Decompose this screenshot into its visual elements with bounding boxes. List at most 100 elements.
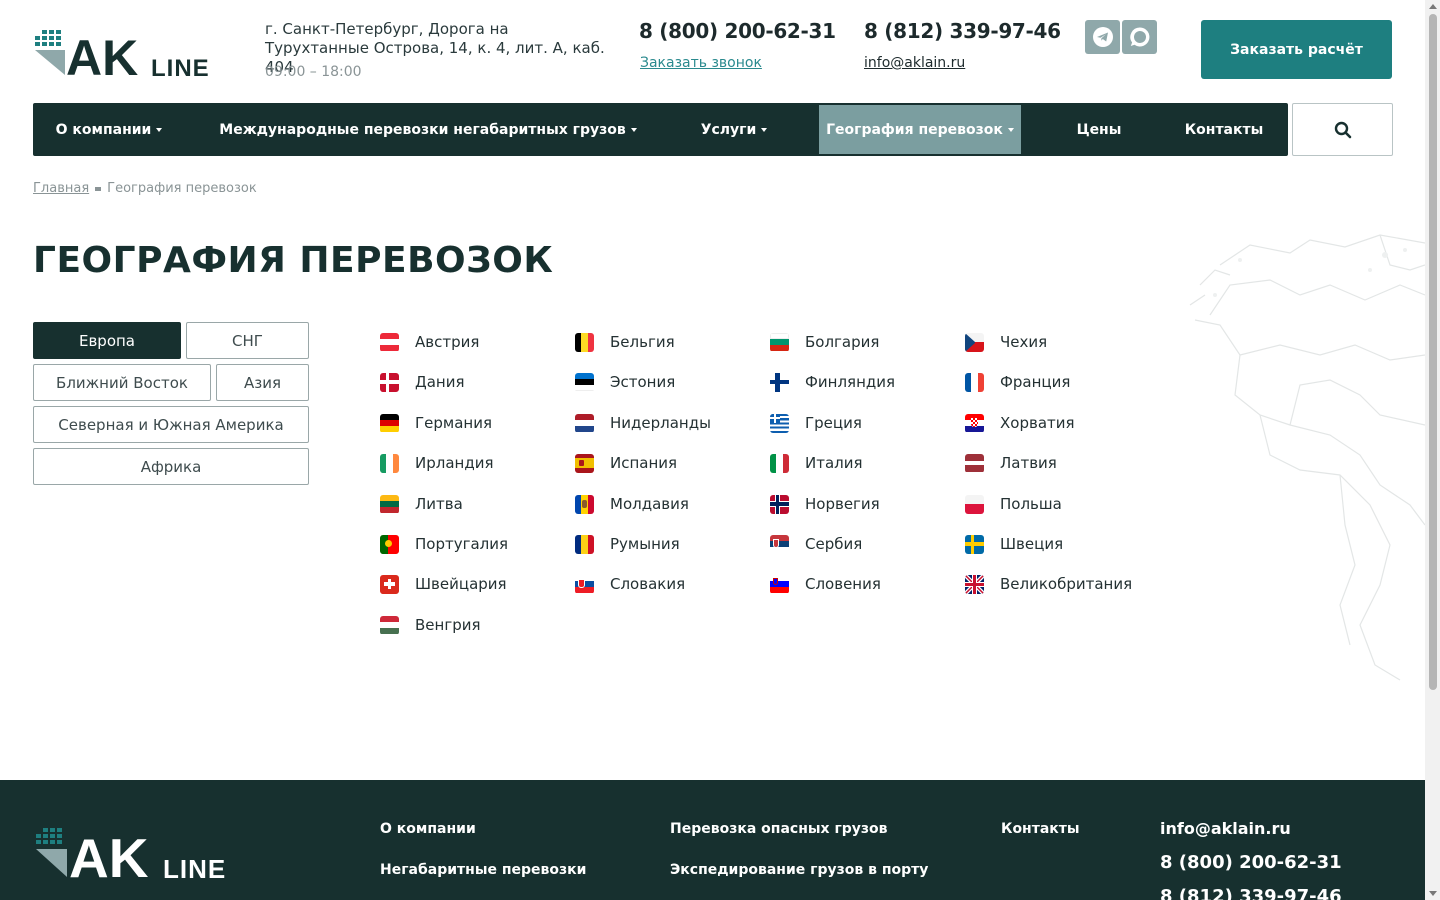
flag-finland-icon	[770, 372, 789, 392]
country-item-finland[interactable]: Финляндия	[770, 371, 895, 393]
country-item-poland[interactable]: Польша	[965, 493, 1062, 515]
country-item-switzerland[interactable]: Швейцария	[380, 573, 507, 595]
footer-email-link[interactable]: info@aklain.ru	[1160, 819, 1291, 838]
footer-link-dangerous-cargo[interactable]: Перевозка опасных грузов	[670, 821, 888, 837]
nav-item-international[interactable]: Международные перевозки негабаритных гру…	[211, 103, 645, 156]
region-tab-cis[interactable]: СНГ	[186, 322, 309, 359]
flag-germany-icon	[380, 413, 399, 433]
nav-item-prices[interactable]: Цены	[1051, 103, 1147, 156]
flag-serbia-icon	[770, 534, 789, 554]
header-email-link[interactable]: info@aklain.ru	[864, 55, 965, 71]
flag-denmark-icon	[380, 372, 399, 392]
nav-item-geography[interactable]: География перевозок	[819, 105, 1021, 154]
country-item-romania[interactable]: Румыния	[575, 533, 680, 555]
page-title: ГЕОГРАФИЯ ПЕРЕВОЗОК	[33, 240, 554, 281]
search-button[interactable]	[1292, 103, 1393, 156]
svg-text:AK: AK	[69, 827, 149, 882]
flag-czechia-icon	[965, 332, 984, 352]
flag-france-icon	[965, 372, 984, 392]
country-item-croatia[interactable]: Хорватия	[965, 412, 1075, 434]
country-item-sweden[interactable]: Швеция	[965, 533, 1063, 555]
footer-link-oversized[interactable]: Негабаритные перевозки	[380, 862, 586, 878]
breadcrumb-separator	[95, 186, 102, 191]
country-item-serbia[interactable]: Сербия	[770, 533, 862, 555]
region-tab-americas[interactable]: Северная и Южная Америка	[33, 406, 309, 443]
svg-text:AK: AK	[66, 30, 138, 79]
flag-slovenia-icon	[770, 574, 789, 594]
country-item-moldova[interactable]: Молдавия	[575, 493, 689, 515]
country-item-slovenia[interactable]: Словения	[770, 573, 881, 595]
nav-item-services[interactable]: Услуги	[679, 103, 789, 156]
breadcrumb-home-link[interactable]: Главная	[33, 181, 89, 196]
country-item-great-britain[interactable]: Великобритания	[965, 573, 1132, 595]
order-calculation-button[interactable]: Заказать расчёт	[1201, 20, 1392, 79]
flag-portugal-icon	[380, 534, 399, 554]
footer-phone-800[interactable]: 8 (800) 200-62-31	[1160, 852, 1342, 873]
search-icon	[1334, 121, 1351, 138]
flag-hungary-icon	[380, 615, 399, 635]
scroll-down-arrow-icon[interactable]	[1429, 891, 1437, 896]
country-item-portugal[interactable]: Португалия	[380, 533, 508, 555]
chevron-down-icon	[761, 127, 768, 132]
breadcrumb: Главная География перевозок	[33, 181, 257, 196]
flag-austria-icon	[380, 332, 399, 352]
footer-phone-812[interactable]: 8 (812) 339-97-46	[1160, 886, 1342, 900]
page-scrollbar[interactable]	[1425, 0, 1440, 900]
footer-link-about[interactable]: О компании	[380, 821, 476, 837]
scroll-up-arrow-icon[interactable]	[1429, 4, 1437, 9]
world-map-decoration	[1189, 234, 1425, 681]
country-item-france[interactable]: Франция	[965, 371, 1070, 393]
country-item-spain[interactable]: Испания	[575, 452, 677, 474]
flag-bulgaria-icon	[770, 332, 789, 352]
region-tab-middle-east[interactable]: Ближний Восток	[33, 364, 211, 401]
country-item-estonia[interactable]: Эстония	[575, 371, 675, 393]
scrollbar-thumb[interactable]	[1429, 14, 1437, 690]
country-item-austria[interactable]: Австрия	[380, 331, 479, 353]
flag-croatia-icon	[965, 413, 984, 433]
region-tab-africa[interactable]: Африка	[33, 448, 309, 485]
country-item-netherlands[interactable]: Нидерланды	[575, 412, 711, 434]
site-footer: AK LINE О компании Перевозка опасных гру…	[0, 780, 1425, 900]
flag-estonia-icon	[575, 372, 594, 392]
telegram-button[interactable]	[1085, 20, 1120, 54]
nav-item-about[interactable]: О компании	[33, 103, 185, 156]
telegram-icon	[1092, 27, 1113, 47]
region-tab-europe[interactable]: Европа	[33, 322, 181, 359]
chevron-down-icon	[630, 127, 637, 132]
country-item-denmark[interactable]: Дания	[380, 371, 465, 393]
breadcrumb-current: География перевозок	[107, 181, 257, 196]
country-item-bulgaria[interactable]: Болгария	[770, 331, 879, 353]
country-item-greece[interactable]: Греция	[770, 412, 862, 434]
country-item-norway[interactable]: Норвегия	[770, 493, 880, 515]
country-item-ireland[interactable]: Ирландия	[380, 452, 493, 474]
nav-item-contacts[interactable]: Контакты	[1169, 103, 1279, 156]
flag-moldova-icon	[575, 494, 594, 514]
footer-aline-logo[interactable]: AK LINE	[33, 825, 258, 882]
country-item-belgium[interactable]: Бельгия	[575, 331, 675, 353]
chevron-down-icon	[1007, 127, 1014, 132]
flag-ireland-icon	[380, 453, 399, 473]
country-item-latvia[interactable]: Латвия	[965, 452, 1057, 474]
whatsapp-button[interactable]	[1122, 20, 1157, 54]
main-nav: О компании Международные перевозки негаб…	[33, 103, 1288, 156]
region-tab-asia[interactable]: Азия	[216, 364, 309, 401]
country-item-slovakia[interactable]: Словакия	[575, 573, 685, 595]
whatsapp-icon	[1129, 27, 1149, 47]
footer-link-port-forwarding[interactable]: Экспедирование грузов в порту	[670, 862, 928, 878]
aline-logo[interactable]: AK LINE	[33, 27, 238, 79]
country-item-germany[interactable]: Германия	[380, 412, 492, 434]
country-item-lithuania[interactable]: Литва	[380, 493, 463, 515]
phone-800[interactable]: 8 (800) 200-62-31	[639, 19, 836, 43]
footer-link-contacts[interactable]: Контакты	[1001, 821, 1080, 837]
flag-netherlands-icon	[575, 413, 594, 433]
svg-text:LINE: LINE	[163, 854, 226, 882]
svg-text:LINE: LINE	[151, 55, 210, 79]
country-item-italy[interactable]: Италия	[770, 452, 863, 474]
country-item-czechia[interactable]: Чехия	[965, 331, 1047, 353]
flag-spain-icon	[575, 453, 594, 473]
flag-lithuania-icon	[380, 494, 399, 514]
country-item-hungary[interactable]: Венгрия	[380, 614, 481, 636]
phone-812[interactable]: 8 (812) 339-97-46	[864, 19, 1061, 43]
request-callback-link[interactable]: Заказать звонок	[640, 55, 762, 71]
flag-switzerland-icon	[380, 574, 399, 594]
